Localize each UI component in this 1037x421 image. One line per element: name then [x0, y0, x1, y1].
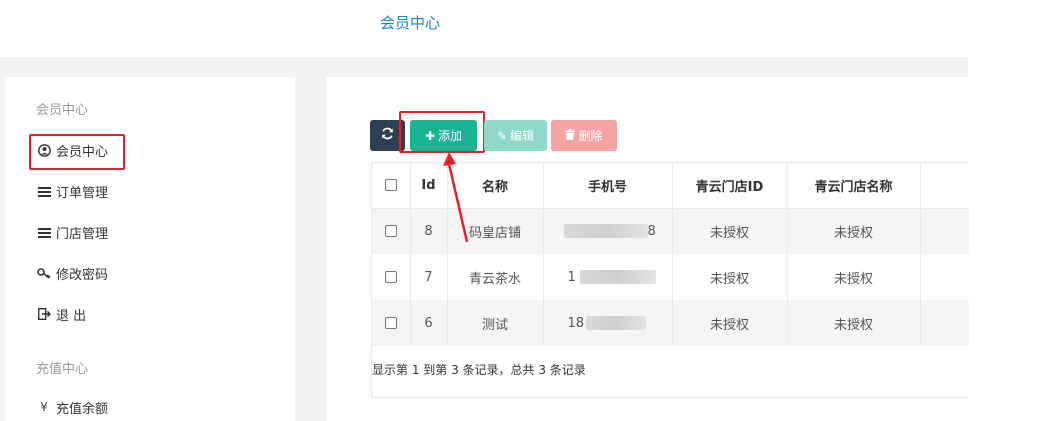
table-row[interactable]: 7 青云茶水 1 未授权 未授权	[372, 254, 969, 300]
right-margin	[968, 0, 1037, 421]
cell-name: 测试	[447, 300, 544, 346]
phone-visible-part: 1	[567, 269, 576, 285]
cell-store-name: 未授权	[787, 300, 921, 346]
pagination-summary: 显示第 1 到第 3 条记录，总共 3 条记录	[372, 363, 586, 377]
cell-id: 6	[410, 300, 448, 346]
cell-name: 青云茶水	[447, 254, 544, 300]
table-row[interactable]: 6 测试 18 未授权 未授权	[372, 300, 969, 346]
refresh-icon	[381, 127, 394, 144]
table-header-row: Id 名称 手机号 青云门店ID 青云门店名称	[372, 163, 969, 209]
phone-visible-part: 8	[647, 223, 656, 239]
delete-button-label: 删除	[578, 129, 603, 143]
list-icon	[36, 186, 52, 197]
phone-visible-part: 18	[567, 315, 585, 331]
sidebar-item-orders[interactable]: 订单管理	[36, 178, 108, 204]
redacted-phone	[563, 224, 648, 239]
cell-phone: 8	[543, 208, 673, 254]
row-select-cell	[372, 208, 411, 254]
sidebar-item-label: 充值余额	[56, 401, 109, 417]
redacted-phone	[586, 316, 647, 330]
cell-store-id: 未授权	[672, 300, 788, 346]
table-row[interactable]: 8 码皇店铺 8 未授权 未授权	[372, 208, 969, 254]
list-icon	[36, 227, 52, 238]
cell-phone: 18	[543, 300, 673, 346]
sidebar-item-label: 退 出	[56, 308, 87, 324]
top-bar: 会员中心	[0, 0, 968, 57]
edit-button[interactable]: ✎ 编辑	[484, 120, 547, 151]
cell-store-id: 未授权	[672, 208, 788, 254]
page-title: 会员中心	[380, 14, 441, 32]
sidebar-item-label: 门店管理	[56, 226, 109, 242]
column-header-store-id[interactable]: 青云门店ID	[672, 163, 788, 209]
column-header-id[interactable]: Id	[410, 163, 448, 209]
row-select-cell	[372, 300, 411, 346]
stores-highlight-box	[29, 134, 125, 170]
edit-button-label: 编辑	[510, 129, 535, 143]
sign-out-icon	[36, 308, 52, 320]
redacted-phone	[579, 270, 656, 284]
cell-store-name: 未授权	[787, 254, 921, 300]
row-checkbox[interactable]	[384, 317, 397, 329]
sidebar-item-recharge-balance[interactable]: ¥ 充值余额	[36, 394, 108, 420]
yen-icon: ¥	[40, 400, 48, 414]
sidebar-item-stores[interactable]: 门店管理	[36, 219, 108, 245]
column-header-store-name[interactable]: 青云门店名称	[787, 163, 921, 209]
column-header-name[interactable]: 名称	[447, 163, 544, 209]
row-checkbox[interactable]	[384, 271, 397, 283]
sidebar-item-label: 修改密码	[56, 267, 109, 283]
column-header-phone[interactable]: 手机号	[543, 163, 673, 209]
cell-store-id: 未授权	[672, 254, 788, 300]
pencil-icon: ✎	[496, 128, 508, 143]
sidebar-item-change-password[interactable]: 修改密码	[36, 260, 108, 286]
sidebar-section-title-member: 会员中心	[36, 103, 89, 118]
key-icon	[36, 267, 52, 279]
select-all-checkbox[interactable]	[384, 179, 397, 192]
delete-button[interactable]: 删除	[551, 120, 617, 151]
select-all-cell	[372, 163, 411, 209]
cell-store-name: 未授权	[787, 208, 921, 254]
sidebar-item-logout[interactable]: 退 出	[36, 301, 86, 327]
cell-actions	[920, 300, 969, 346]
cell-id: 8	[410, 208, 448, 254]
add-highlight-box	[399, 111, 485, 153]
cell-actions	[920, 208, 969, 254]
row-checkbox[interactable]	[384, 225, 397, 238]
cell-id: 7	[410, 254, 448, 300]
cell-name: 码皇店铺	[447, 208, 544, 254]
sidebar-item-label: 订单管理	[56, 185, 109, 201]
sidebar-section-title-recharge: 充值中心	[36, 362, 89, 377]
cell-phone: 1	[543, 254, 673, 300]
trash-icon	[565, 128, 576, 143]
cell-actions	[920, 254, 969, 300]
column-header-actions	[920, 163, 969, 209]
row-select-cell	[372, 254, 411, 300]
